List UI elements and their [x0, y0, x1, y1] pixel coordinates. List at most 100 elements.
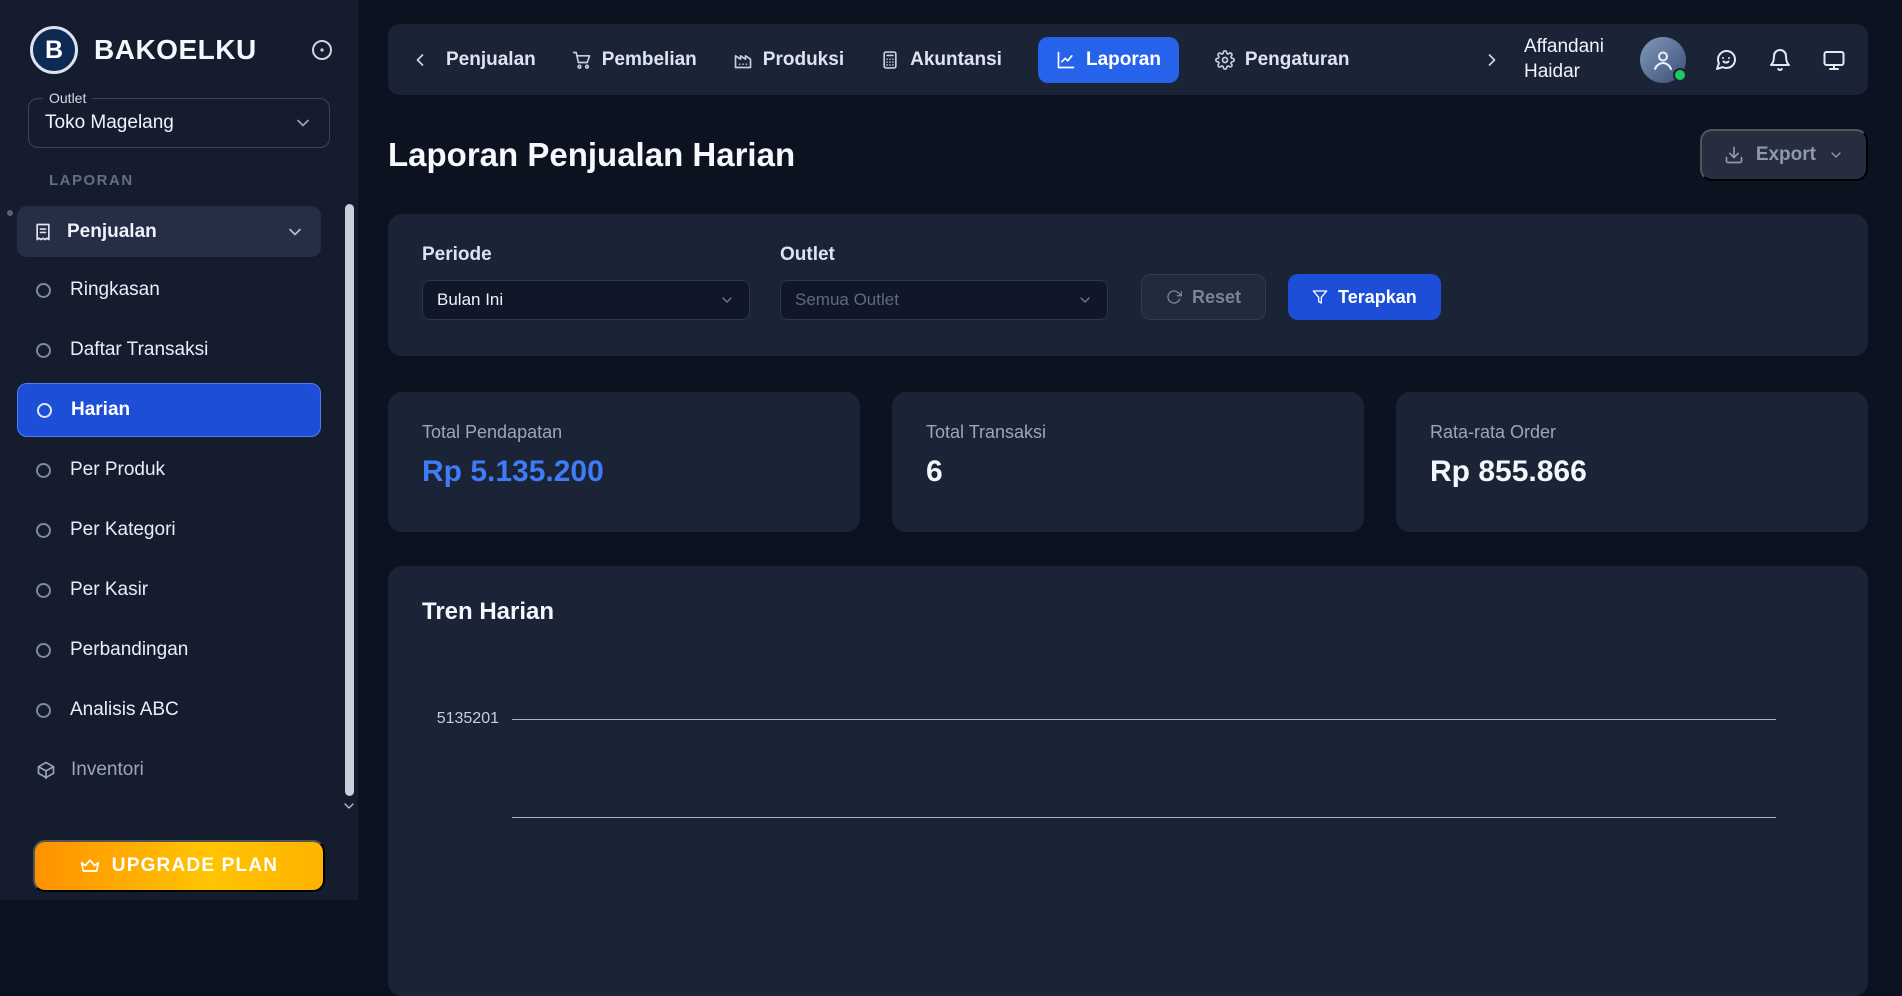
outlet-select[interactable]: Semua Outlet — [780, 280, 1108, 320]
sidebar-item-label: Perbandingan — [70, 639, 188, 661]
download-icon — [1724, 145, 1744, 165]
sidebar-item-label: Harian — [71, 399, 130, 421]
nav-item-produksi[interactable]: Produksi — [733, 49, 844, 71]
stat-card-total-pendapatan: Total Pendapatan Rp 5.135.200 — [388, 392, 860, 532]
page-title: Laporan Penjualan Harian — [388, 136, 795, 174]
chevron-down-icon — [719, 292, 735, 308]
upgrade-plan-button[interactable]: UPGRADE PLAN — [33, 840, 325, 892]
online-status-dot — [1673, 68, 1687, 82]
chevron-left-icon — [410, 50, 430, 70]
sidebar-item-label: Ringkasan — [70, 279, 160, 301]
sidebar-scrollbar-thumb[interactable] — [345, 204, 354, 796]
sidebar-item-penjualan[interactable]: Penjualan — [17, 206, 321, 257]
sidebar-item-inventori[interactable]: Inventori — [17, 743, 321, 797]
outlet-field: Outlet Semua Outlet — [780, 244, 1108, 320]
sidebar-item-label: Penjualan — [67, 221, 157, 243]
nav-item-laporan[interactable]: Laporan — [1038, 37, 1179, 83]
periode-select-value: Bulan Ini — [437, 290, 503, 310]
sidebar-item-perbandingan[interactable]: Perbandingan — [17, 623, 321, 677]
calculator-icon — [880, 50, 900, 70]
nav-item-label: Akuntansi — [910, 49, 1002, 71]
chart-icon — [1056, 50, 1076, 70]
sidebar-scroll-down-icon[interactable] — [341, 798, 357, 814]
chevron-down-icon — [293, 113, 313, 133]
sidebar-collapse-button[interactable] — [310, 38, 334, 62]
nav-item-label: Pembelian — [602, 49, 697, 71]
radio-circle-icon — [36, 583, 51, 598]
chevron-right-icon — [1482, 50, 1502, 70]
brand-logo-icon: B — [30, 26, 78, 74]
brand-row: B BAKOELKU — [0, 0, 358, 92]
notifications-button[interactable] — [1768, 48, 1792, 72]
stat-label: Rata-rata Order — [1430, 422, 1834, 443]
chevron-down-icon — [285, 222, 305, 242]
sidebar-item-per-kategori[interactable]: Per Kategori — [17, 503, 321, 557]
chart-title: Tren Harian — [422, 598, 1834, 626]
sidebar-scroll-dot — [7, 210, 13, 216]
upgrade-plan-label: UPGRADE PLAN — [112, 855, 278, 877]
chat-button[interactable] — [1714, 48, 1738, 72]
export-label: Export — [1756, 144, 1816, 166]
nav-item-pengaturan[interactable]: Pengaturan — [1215, 49, 1350, 71]
sidebar-item-per-produk[interactable]: Per Produk — [17, 443, 321, 497]
chart-gridline — [512, 817, 1776, 818]
apply-filter-label: Terapkan — [1338, 287, 1417, 308]
periode-select[interactable]: Bulan Ini — [422, 280, 750, 320]
sidebar-item-label: Daftar Transaksi — [70, 339, 208, 361]
sidebar: B BAKOELKU Outlet Toko Magelang LAPORAN … — [0, 0, 358, 900]
outlet-selector-value: Toko Magelang — [45, 112, 174, 134]
nav-item-label: Laporan — [1086, 49, 1161, 71]
chart-card: Tren Harian 5135201 — [388, 566, 1868, 996]
bell-icon — [1768, 48, 1792, 72]
stat-label: Total Transaksi — [926, 422, 1330, 443]
display-mode-button[interactable] — [1822, 48, 1846, 72]
cart-icon — [572, 50, 592, 70]
top-nav-items: Penjualan Pembelian Produksi Akuntan — [446, 37, 1502, 83]
radio-circle-icon — [36, 343, 51, 358]
stat-value: Rp 855.866 — [1430, 455, 1834, 489]
nav-scroll-left-button[interactable] — [410, 50, 430, 70]
nav-item-label: Produksi — [763, 49, 844, 71]
radio-circle-icon — [37, 403, 52, 418]
chart-gridline — [512, 719, 1776, 720]
sidebar-item-per-kasir[interactable]: Per Kasir — [17, 563, 321, 617]
receipt-icon — [33, 222, 53, 242]
reset-button[interactable]: Reset — [1141, 274, 1266, 320]
package-icon — [36, 760, 56, 780]
radio-circle-icon — [36, 703, 51, 718]
person-icon — [1651, 48, 1675, 72]
outlet-select-value: Semua Outlet — [795, 290, 899, 310]
nav-item-akuntansi[interactable]: Akuntansi — [880, 49, 1002, 71]
sidebar-item-analisis-abc[interactable]: Analisis ABC — [17, 683, 321, 737]
refresh-icon — [1166, 289, 1182, 305]
radio-circle-icon — [36, 643, 51, 658]
circle-dot-icon — [310, 38, 334, 62]
nav-item-penjualan[interactable]: Penjualan — [446, 49, 536, 71]
y-axis-tick-label: 5135201 — [422, 710, 512, 728]
nav-scroll-right-button[interactable] — [1482, 50, 1502, 70]
sidebar-item-ringkasan[interactable]: Ringkasan — [17, 263, 321, 317]
filter-card: Periode Bulan Ini Outlet Semua Outlet Re… — [388, 214, 1868, 356]
nav-item-pembelian[interactable]: Pembelian — [572, 49, 697, 71]
export-button[interactable]: Export — [1700, 129, 1868, 181]
reset-label: Reset — [1192, 287, 1241, 308]
page-header: Laporan Penjualan Harian Export — [388, 129, 1868, 181]
stat-label: Total Pendapatan — [422, 422, 826, 443]
outlet-selector-label: Outlet — [43, 90, 92, 106]
sidebar-item-daftar-transaksi[interactable]: Daftar Transaksi — [17, 323, 321, 377]
stat-value: Rp 5.135.200 — [422, 455, 826, 489]
gear-icon — [1215, 50, 1235, 70]
chevron-down-icon — [1828, 147, 1844, 163]
topbar-action-icons — [1714, 48, 1846, 72]
chat-smile-icon — [1714, 48, 1738, 72]
outlet-selector[interactable]: Outlet Toko Magelang — [28, 98, 330, 148]
sidebar-item-harian[interactable]: Harian — [17, 383, 321, 437]
chevron-down-icon — [1077, 292, 1093, 308]
user-avatar[interactable] — [1640, 37, 1686, 83]
radio-circle-icon — [36, 523, 51, 538]
chart-gridline-row — [422, 817, 1834, 818]
sidebar-nav: LAPORAN Penjualan Ringkasan Daftar Trans… — [0, 172, 358, 797]
monitor-icon — [1822, 48, 1846, 72]
sidebar-item-label: Inventori — [71, 759, 144, 781]
apply-filter-button[interactable]: Terapkan — [1288, 274, 1441, 320]
